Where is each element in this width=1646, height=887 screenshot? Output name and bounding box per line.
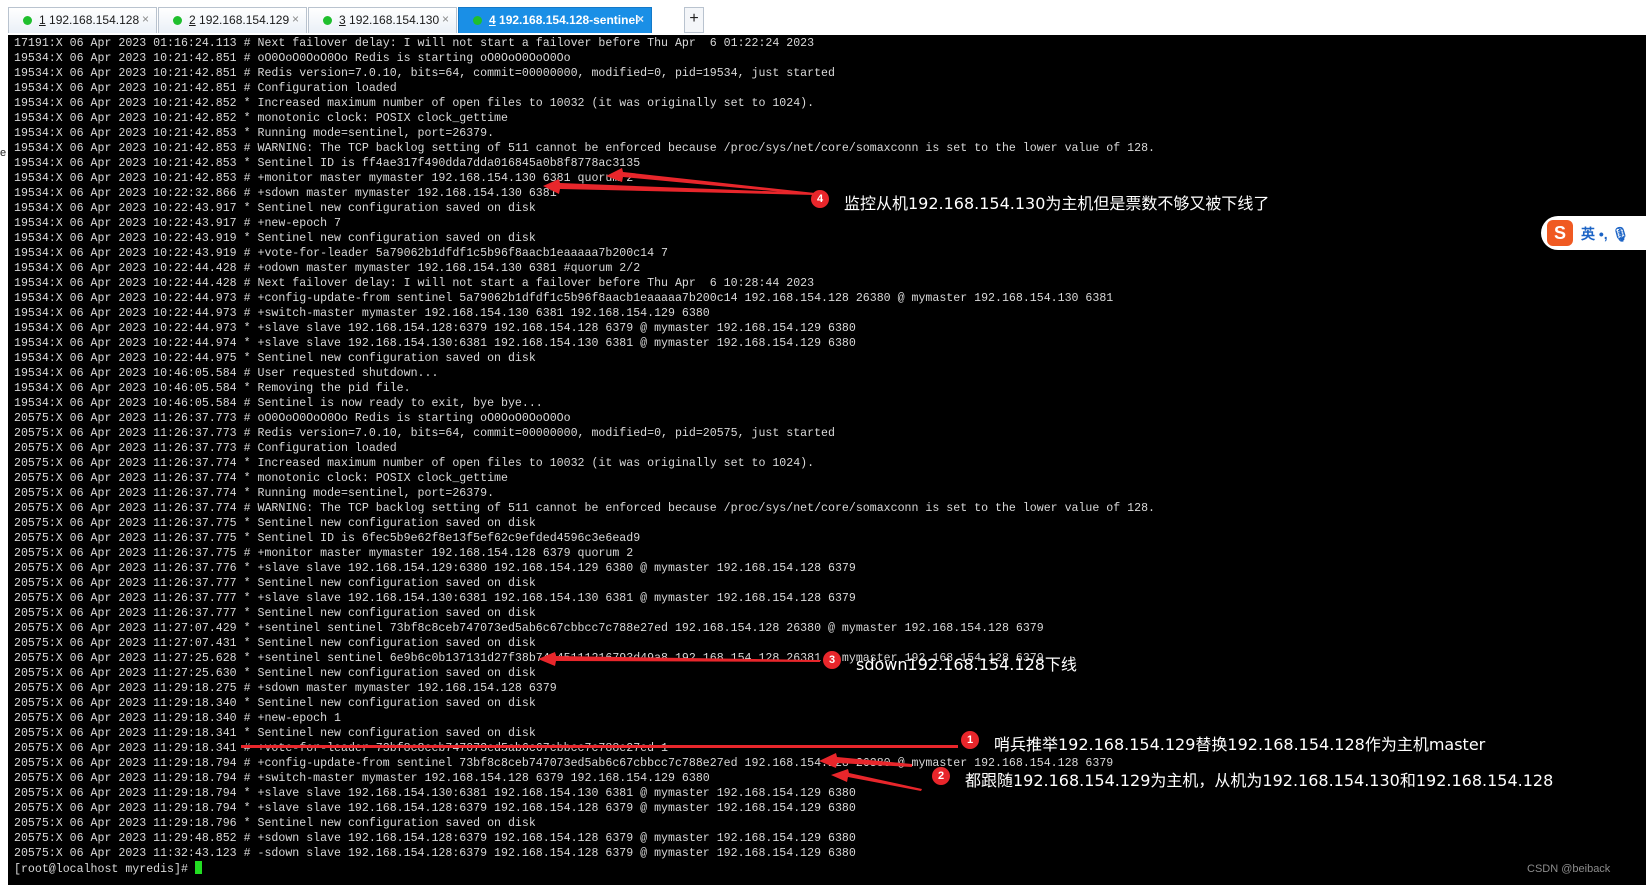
- log-line: 19534:X 06 Apr 2023 10:22:43.919 # +vote…: [14, 247, 668, 260]
- log-line: 20575:X 06 Apr 2023 11:29:18.341 # +vote…: [14, 742, 668, 755]
- log-line: 20575:X 06 Apr 2023 11:26:37.776 * +slav…: [14, 562, 856, 575]
- log-line: 19534:X 06 Apr 2023 10:22:43.917 # +new-…: [14, 217, 341, 230]
- cursor-icon: [194, 861, 202, 874]
- log-line: 17191:X 06 Apr 2023 01:16:24.113 # Next …: [14, 37, 815, 50]
- log-line: 19534:X 06 Apr 2023 10:22:43.917 * Senti…: [14, 202, 536, 215]
- log-line: 19534:X 06 Apr 2023 10:22:43.919 * Senti…: [14, 232, 536, 245]
- log-line: 19534:X 06 Apr 2023 10:21:42.851 # Confi…: [14, 82, 397, 95]
- log-line: 19534:X 06 Apr 2023 10:21:42.853 # WARNI…: [14, 142, 1156, 155]
- status-dot-icon: [173, 16, 182, 25]
- log-line: 20575:X 06 Apr 2023 11:29:18.340 # +new-…: [14, 712, 341, 725]
- log-line: 19534:X 06 Apr 2023 10:22:32.866 # +sdow…: [14, 187, 557, 200]
- tab-number: 3: [339, 13, 346, 27]
- status-dot-icon: [23, 16, 32, 25]
- log-line: 20575:X 06 Apr 2023 11:29:48.852 # +sdow…: [14, 832, 856, 845]
- sogou-logo-icon: S: [1547, 220, 1573, 246]
- left-window-edge: e: [0, 35, 8, 887]
- log-line: 20575:X 06 Apr 2023 11:29:18.275 # +sdow…: [14, 682, 557, 695]
- log-line: 20575:X 06 Apr 2023 11:26:37.774 * Runni…: [14, 487, 495, 500]
- log-line: 19534:X 06 Apr 2023 10:22:44.973 * +slav…: [14, 322, 856, 335]
- tab-number: 1: [39, 13, 46, 27]
- log-line: 19534:X 06 Apr 2023 10:22:44.975 * Senti…: [14, 352, 536, 365]
- close-tab-icon[interactable]: ×: [142, 12, 149, 26]
- session-tab-4[interactable]: 4 192.168.154.128-sentinel ×: [458, 7, 652, 33]
- log-line: 20575:X 06 Apr 2023 11:29:18.796 * Senti…: [14, 817, 536, 830]
- log-line: 19534:X 06 Apr 2023 10:46:05.584 # Senti…: [14, 397, 543, 410]
- watermark: CSDN @beiback: [1527, 863, 1611, 875]
- annotation-text-2: 都跟随192.168.154.129为主机，从机为192.168.154.130…: [965, 771, 1554, 790]
- annotation-badge-4: 4: [811, 190, 829, 208]
- log-line: 19534:X 06 Apr 2023 10:21:42.852 * monot…: [14, 112, 508, 125]
- log-line: 19534:X 06 Apr 2023 10:21:42.853 # +moni…: [14, 172, 634, 185]
- log-line: 20575:X 06 Apr 2023 11:26:37.777 * +slav…: [14, 592, 856, 605]
- log-line: 20575:X 06 Apr 2023 11:26:37.774 # WARNI…: [14, 502, 1156, 515]
- new-tab-button[interactable]: +: [684, 7, 704, 33]
- tab-host: 192.168.154.130: [349, 13, 440, 27]
- log-line: 20575:X 06 Apr 2023 11:26:37.775 * Senti…: [14, 532, 641, 545]
- log-line: 19534:X 06 Apr 2023 10:21:42.851 # Redis…: [14, 67, 835, 80]
- status-dot-icon: [473, 16, 482, 25]
- log-line: 19534:X 06 Apr 2023 10:46:05.584 # User …: [14, 367, 439, 380]
- annotation-badge-2: 2: [932, 767, 950, 785]
- log-line: 19534:X 06 Apr 2023 10:22:44.974 * +slav…: [14, 337, 856, 350]
- log-line: 19534:X 06 Apr 2023 10:22:44.973 # +swit…: [14, 307, 710, 320]
- annotation-text-1: 哨兵推举192.168.154.129替换192.168.154.128作为主机…: [994, 735, 1486, 754]
- log-line: 20575:X 06 Apr 2023 11:29:18.794 * +slav…: [14, 802, 856, 815]
- shell-prompt: [root@localhost myredis]#: [14, 863, 195, 876]
- tab-host: 192.168.154.129: [199, 13, 290, 27]
- status-dot-icon: [323, 16, 332, 25]
- tab-number: 2: [189, 13, 196, 27]
- log-line: 20575:X 06 Apr 2023 11:26:37.775 * Senti…: [14, 517, 536, 530]
- close-tab-icon[interactable]: ×: [637, 12, 644, 26]
- tab-number: 4: [489, 13, 496, 27]
- log-line: 20575:X 06 Apr 2023 11:26:37.777 * Senti…: [14, 577, 536, 590]
- close-tab-icon[interactable]: ×: [442, 12, 449, 26]
- log-line: 20575:X 06 Apr 2023 11:26:37.773 # oO0Oo…: [14, 412, 571, 425]
- ime-status[interactable]: 英 •, 🎙: [1581, 224, 1629, 244]
- ime-toolbar[interactable]: S 英 •, 🎙: [1541, 216, 1646, 250]
- log-line: 19534:X 06 Apr 2023 10:22:44.973 # +conf…: [14, 292, 1114, 305]
- close-tab-icon[interactable]: ×: [292, 12, 299, 26]
- log-line: 19534:X 06 Apr 2023 10:21:42.851 # oO0Oo…: [14, 52, 571, 65]
- log-line: 19534:X 06 Apr 2023 10:22:44.428 # Next …: [14, 277, 815, 290]
- annotation-badge-3: 3: [823, 651, 841, 669]
- log-line: 20575:X 06 Apr 2023 11:29:18.341 * Senti…: [14, 727, 536, 740]
- tab-host: 192.168.154.128-sentinel: [499, 13, 639, 27]
- terminal-output[interactable]: 17191:X 06 Apr 2023 01:16:24.113 # Next …: [8, 35, 1646, 885]
- session-tab-1[interactable]: 1 192.168.154.128 ×: [8, 7, 157, 33]
- log-line: 20575:X 06 Apr 2023 11:27:07.429 * +sent…: [14, 622, 1044, 635]
- log-line: 20575:X 06 Apr 2023 11:29:18.340 * Senti…: [14, 697, 536, 710]
- edge-text: e: [0, 147, 7, 159]
- log-line: 19534:X 06 Apr 2023 10:21:42.853 * Senti…: [14, 157, 641, 170]
- session-tab-3[interactable]: 3 192.168.154.130 ×: [308, 7, 457, 33]
- log-line: 20575:X 06 Apr 2023 11:32:43.123 # -sdow…: [14, 847, 856, 860]
- log-line: 19534:X 06 Apr 2023 10:46:05.584 * Remov…: [14, 382, 411, 395]
- log-line: 20575:X 06 Apr 2023 11:26:37.777 * Senti…: [14, 607, 536, 620]
- annotation-text-3: sdown192.168.154.128下线: [856, 655, 1077, 674]
- annotation-badge-1: 1: [961, 731, 979, 749]
- session-tab-2[interactable]: 2 192.168.154.129 ×: [158, 7, 307, 33]
- log-line: 19534:X 06 Apr 2023 10:22:44.428 # +odow…: [14, 262, 641, 275]
- session-tab-bar: 1 192.168.154.128 × 2 192.168.154.129 × …: [0, 0, 1646, 35]
- log-line: 20575:X 06 Apr 2023 11:29:18.794 # +swit…: [14, 772, 710, 785]
- terminal-log: 17191:X 06 Apr 2023 01:16:24.113 # Next …: [14, 36, 1155, 877]
- log-line: 20575:X 06 Apr 2023 11:26:37.775 # +moni…: [14, 547, 634, 560]
- log-line: 20575:X 06 Apr 2023 11:29:18.794 # +conf…: [14, 757, 1114, 770]
- annotation-text-4: 监控从机192.168.154.130为主机但是票数不够又被下线了: [844, 194, 1270, 213]
- log-line: 20575:X 06 Apr 2023 11:29:18.794 * +slav…: [14, 787, 856, 800]
- log-line: 20575:X 06 Apr 2023 11:26:37.773 # Redis…: [14, 427, 835, 440]
- log-line: 20575:X 06 Apr 2023 11:26:37.774 * Incre…: [14, 457, 815, 470]
- log-line: 19534:X 06 Apr 2023 10:21:42.852 * Incre…: [14, 97, 815, 110]
- log-line: 20575:X 06 Apr 2023 11:27:07.431 * Senti…: [14, 637, 536, 650]
- log-line: 20575:X 06 Apr 2023 11:27:25.630 * Senti…: [14, 667, 536, 680]
- tab-host: 192.168.154.128: [49, 13, 140, 27]
- log-line: 20575:X 06 Apr 2023 11:26:37.774 * monot…: [14, 472, 508, 485]
- log-line: 19534:X 06 Apr 2023 10:21:42.853 * Runni…: [14, 127, 495, 140]
- log-line: 20575:X 06 Apr 2023 11:26:37.773 # Confi…: [14, 442, 397, 455]
